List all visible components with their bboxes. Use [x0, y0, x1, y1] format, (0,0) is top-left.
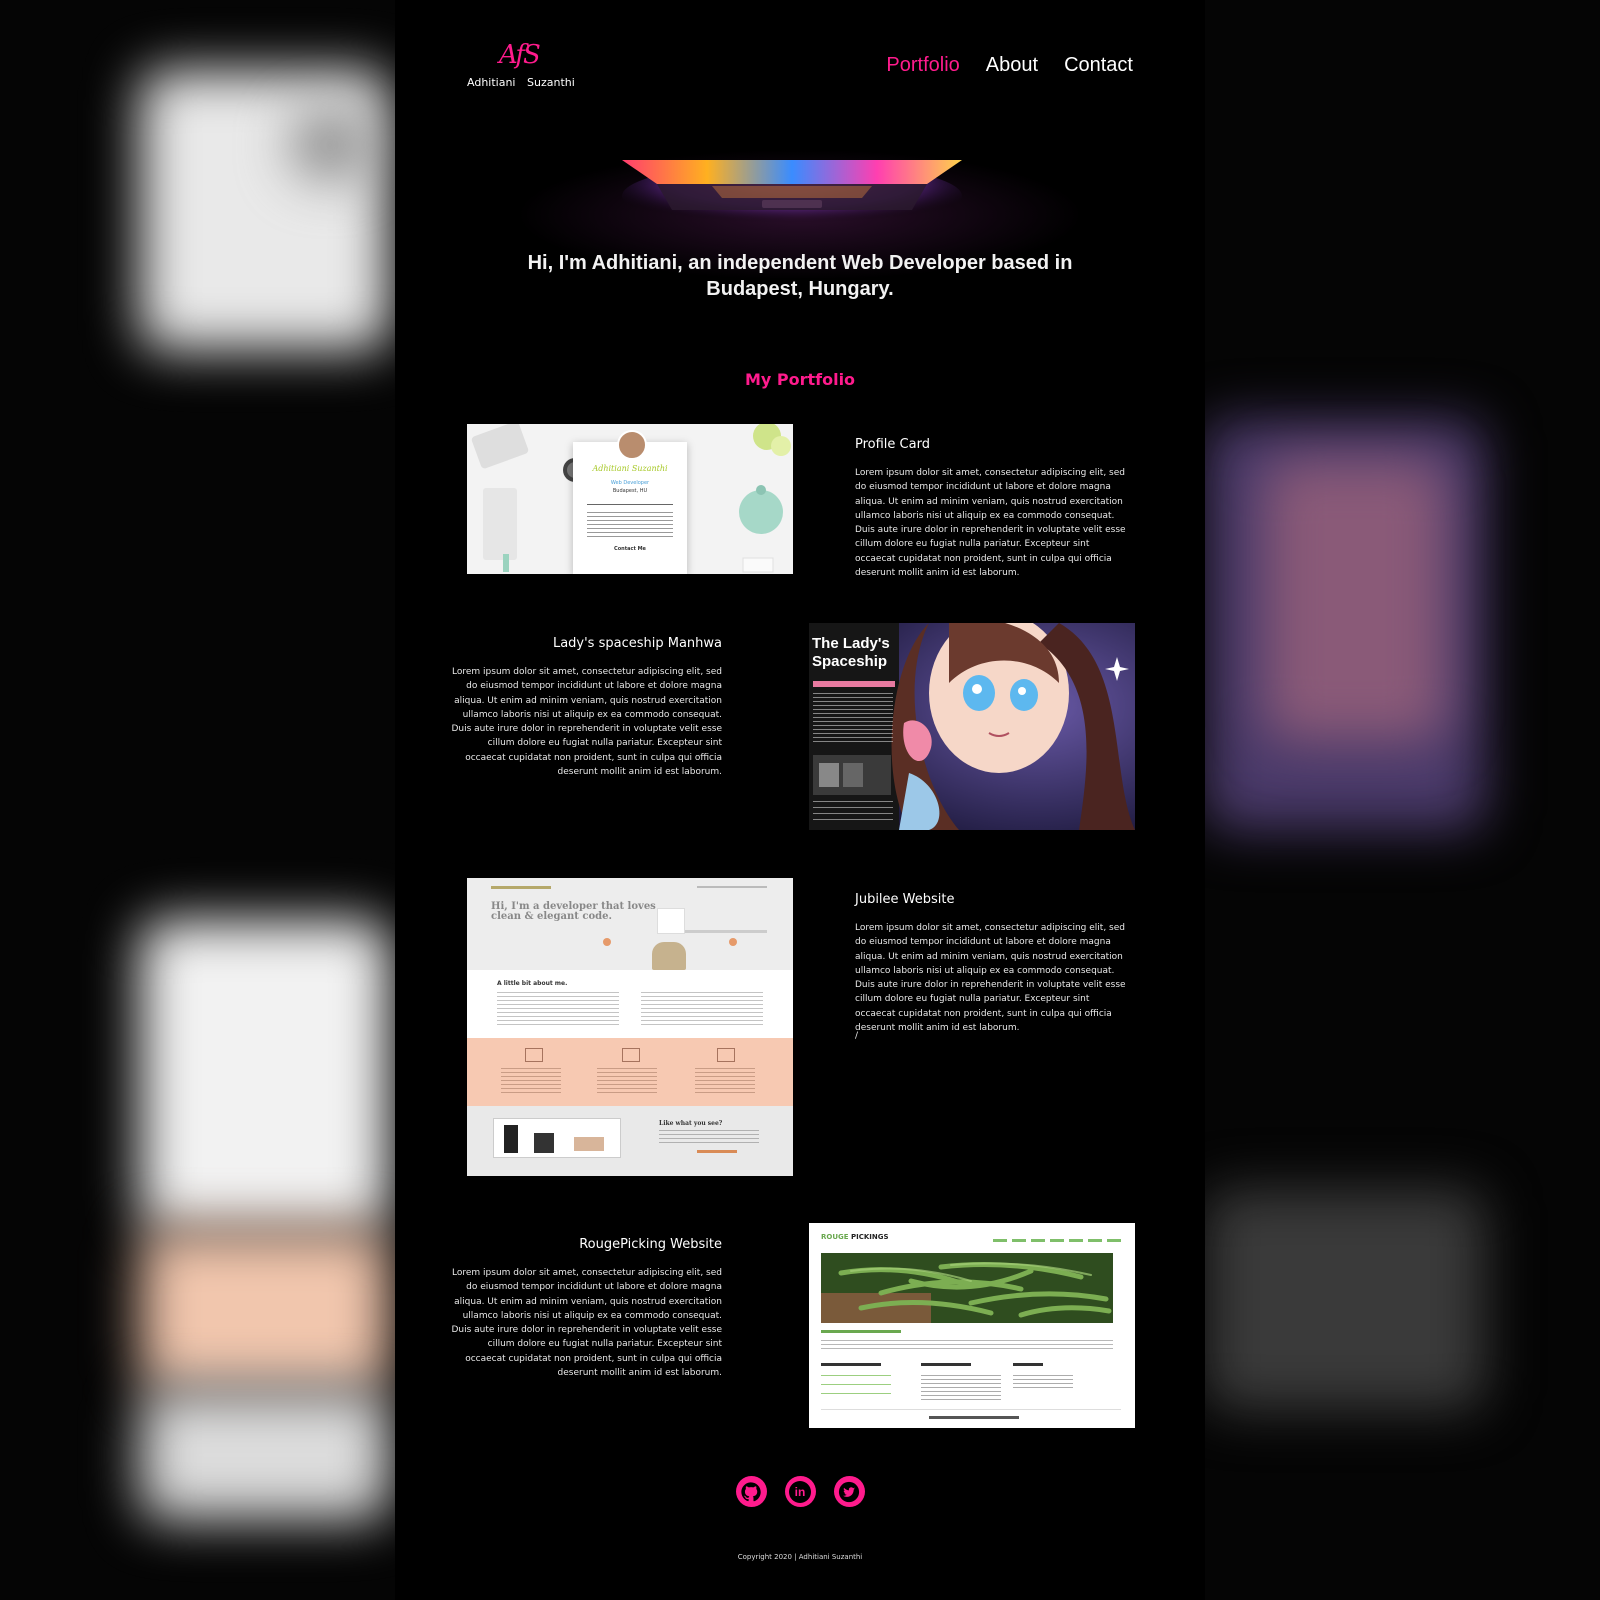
project-thumb-profile-card[interactable]: Adhitiani Suzanthi Web Developer Budapes… [467, 424, 793, 574]
jubilee-about: A little bit about me. [497, 980, 568, 987]
page: AfS Adhitiani Suzanthi Portfolio About C… [395, 0, 1205, 1600]
project-title-rougepicking[interactable]: RougePicking Website [450, 1237, 722, 1252]
manhwa-cover-title: The Lady's Spaceship [812, 635, 890, 670]
linkedin-glyph: in [789, 1480, 811, 1503]
linkedin-icon[interactable]: in [784, 1476, 816, 1507]
project-title-profile-card[interactable]: Profile Card [855, 437, 930, 452]
profile-card-contact: Contact Me [614, 546, 646, 552]
logo[interactable]: AfS Adhitiani Suzanthi [467, 40, 577, 92]
project-thumb-ladys-spaceship[interactable]: The Lady's Spaceship [809, 623, 1135, 830]
github-icon[interactable] [735, 1476, 767, 1507]
project-thumb-rougepicking[interactable]: ROUGE PICKINGS [809, 1223, 1135, 1428]
hero-intro: Hi, I'm Adhitiani, an independent Web De… [467, 250, 1133, 302]
project-title-jubilee[interactable]: Jubilee Website [855, 892, 955, 907]
project-desc-rougepicking: Lorem ipsum dolor sit amet, consectetur … [451, 1268, 722, 1379]
hero-line-1: Hi, I'm Adhitiani, an independent Web De… [527, 252, 1073, 274]
profile-card-mock: Adhitiani Suzanthi Web Developer Budapes… [573, 430, 687, 574]
green-beans-photo [821, 1253, 1113, 1323]
avatar [617, 430, 647, 460]
project-thumb-jubilee[interactable]: Hi, I'm a developer that loves clean & e… [467, 878, 793, 1176]
jubilee-cta: Like what you see? [659, 1120, 723, 1127]
profile-card-location: Budapest, HU [612, 488, 648, 494]
main-nav: Portfolio About Contact [886, 54, 1133, 77]
nav-about[interactable]: About [986, 54, 1038, 77]
logo-first-name: Adhitiani [467, 76, 516, 89]
social-links: in [395, 1476, 1205, 1507]
copyright: Copyright 2020 | Adhitiani Suzanthi [737, 1553, 863, 1561]
blurred-background-left [0, 0, 395, 1600]
hero-line-2: Budapest, Hungary. [706, 278, 894, 300]
project-desc-profile-card: Lorem ipsum dolor sit amet, consectetur … [855, 468, 1126, 579]
project-title-ladys-spaceship[interactable]: Lady's spaceship Manhwa [450, 636, 722, 651]
nav-portfolio[interactable]: Portfolio [886, 54, 959, 77]
header: AfS Adhitiani Suzanthi Portfolio About C… [467, 40, 1133, 92]
logo-monogram: AfS [499, 40, 541, 70]
profile-card-name: Adhitiani Suzanthi [592, 464, 668, 473]
project-desc-ladys-spaceship: Lorem ipsum dolor sit amet, consectetur … [451, 667, 722, 778]
profile-card-role: Web Developer [610, 480, 650, 486]
logo-last-name: Suzanthi [527, 76, 575, 89]
twitter-icon[interactable] [833, 1476, 865, 1507]
blurred-background-right [1205, 0, 1600, 1600]
project-extra-jubilee: / [855, 1031, 859, 1041]
laptop-image [622, 160, 962, 228]
jubilee-headline: Hi, I'm a developer that loves clean & e… [491, 901, 656, 922]
rougepicking-logo: ROUGE PICKINGS [821, 1233, 889, 1241]
portfolio-heading: My Portfolio [744, 370, 856, 389]
nav-contact[interactable]: Contact [1064, 54, 1133, 77]
project-desc-jubilee: Lorem ipsum dolor sit amet, consectetur … [855, 923, 1126, 1034]
